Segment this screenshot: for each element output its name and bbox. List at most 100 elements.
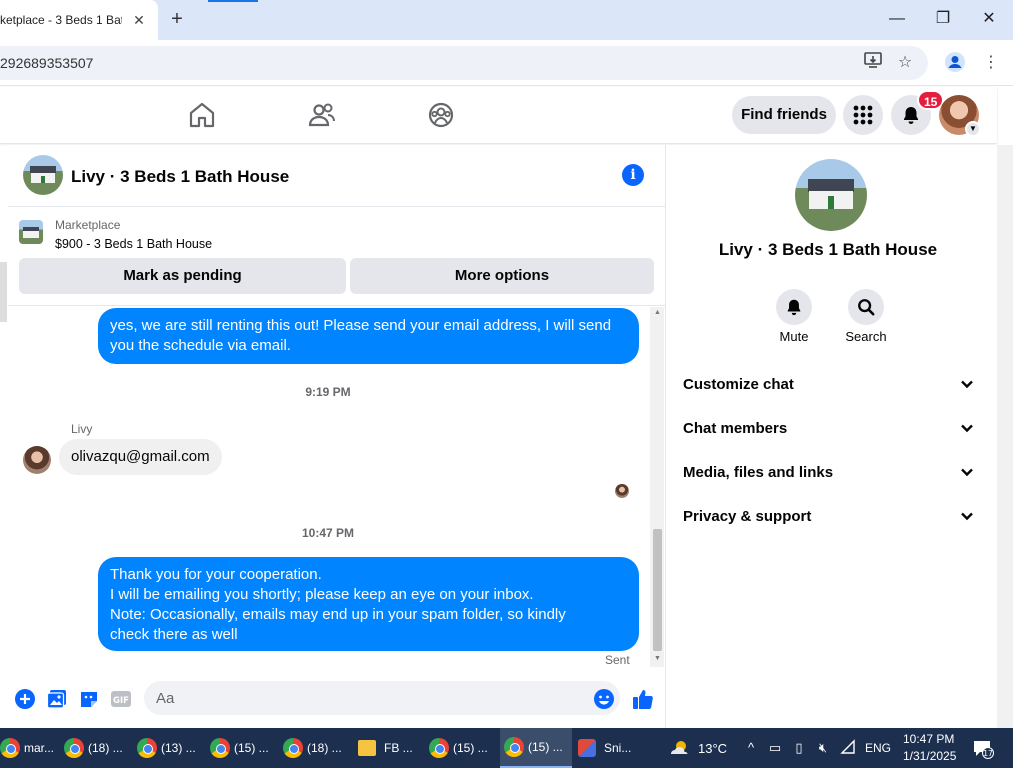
minimize-icon[interactable]: — (886, 8, 908, 30)
chevron-up-icon[interactable]: ^ (742, 739, 760, 757)
info-icon[interactable]: i (622, 164, 644, 186)
scroll-down-arrow-icon[interactable]: ▼ (653, 655, 662, 662)
search-icon[interactable] (848, 289, 884, 325)
meet-now-icon[interactable]: ▯ (790, 739, 808, 757)
url-text: 292689353507 (0, 55, 94, 71)
details-listing-photo[interactable] (795, 159, 867, 231)
tab-close-icon[interactable]: ✕ (130, 11, 148, 29)
chrome-icon (504, 737, 524, 757)
temperature[interactable]: 13°C (698, 741, 727, 756)
media-files-links-row[interactable]: Media, files and links (675, 453, 983, 493)
marketplace-label: Marketplace (55, 218, 121, 232)
folder-icon (358, 740, 376, 756)
chat-members-row[interactable]: Chat members (675, 409, 983, 449)
chrome-icon (0, 738, 20, 758)
weather-icon[interactable] (668, 739, 690, 757)
chrome-icon (283, 738, 303, 758)
timestamp-separator: 9:19 PM (305, 385, 351, 399)
emoji-icon[interactable] (593, 688, 615, 710)
mark-as-pending-button[interactable]: Mark as pending (19, 258, 346, 294)
sender-avatar[interactable] (23, 446, 51, 474)
wifi-icon[interactable] (839, 739, 857, 757)
browser-tab-active[interactable]: ketplace - 3 Beds 1 Bat ✕ (0, 0, 158, 40)
snipping-tool-icon (578, 739, 596, 757)
sticker-icon[interactable] (78, 688, 100, 710)
mute-label[interactable]: Mute (754, 329, 834, 344)
mute-bell-icon[interactable] (776, 289, 812, 325)
tab-loading-indicator (208, 0, 258, 2)
restore-icon[interactable]: ❐ (932, 8, 954, 30)
marketplace-listing-row[interactable]: Marketplace $900 - 3 Beds 1 Bath House (8, 208, 666, 254)
more-options-button[interactable]: More options (350, 258, 654, 294)
battery-icon[interactable]: ▭ (766, 739, 784, 757)
svg-text:17: 17 (983, 749, 993, 758)
volume-muted-icon[interactable]: 🔇︎ (814, 739, 832, 757)
message-composer: GIF (8, 675, 666, 721)
taskbar-item[interactable]: (15) ... (210, 728, 280, 768)
facebook-header: Find friends 15 ▼ (0, 87, 997, 143)
gif-icon[interactable]: GIF (110, 688, 132, 710)
chrome-icon (429, 738, 449, 758)
svg-text:GIF: GIF (113, 696, 129, 706)
scroll-thumb[interactable] (653, 529, 662, 651)
chat-title[interactable]: Livy · 3 Beds 1 Bath House (71, 167, 289, 187)
outgoing-message[interactable]: Thank you for your cooperation. I will b… (98, 557, 639, 651)
plus-actions-icon[interactable] (14, 688, 36, 710)
chevron-down-icon (961, 424, 973, 433)
taskbar-item[interactable]: FB ... (358, 728, 424, 768)
taskbar-item[interactable]: (15) ... (429, 728, 499, 768)
page-scrollbar[interactable] (997, 145, 1013, 728)
left-panel-scroll[interactable] (0, 262, 7, 322)
tab-title: ketplace - 3 Beds 1 Bat (0, 13, 122, 27)
browser-toolbar: 292689353507 ☆ ⋮ (0, 40, 1013, 86)
install-app-icon[interactable] (861, 51, 885, 75)
sender-name: Livy (71, 422, 93, 436)
find-friends-button[interactable]: Find friends (732, 96, 836, 134)
chrome-icon (64, 738, 84, 758)
incoming-message[interactable]: olivazqu@gmail.com (59, 439, 222, 475)
menu-grid-icon[interactable] (843, 95, 883, 135)
chrome-icon (210, 738, 230, 758)
seen-receipt-avatar (615, 484, 629, 498)
taskbar-item-active[interactable]: (15) ... (500, 728, 572, 768)
clock-date[interactable]: 1/31/2025 (903, 749, 956, 763)
customize-chat-row[interactable]: Customize chat (675, 365, 983, 405)
account-chevron-icon[interactable]: ▼ (965, 121, 981, 137)
message-input[interactable] (144, 681, 620, 715)
bookmark-star-icon[interactable]: ☆ (893, 51, 917, 75)
scroll-up-arrow-icon[interactable]: ▲ (653, 309, 662, 316)
message-scrollbar[interactable]: ▲ ▼ (650, 307, 664, 667)
timestamp-separator: 10:47 PM (301, 526, 355, 540)
photo-attach-icon[interactable] (46, 688, 68, 710)
new-tab-icon[interactable]: + (166, 8, 188, 30)
taskbar-item[interactable]: mar... (0, 728, 56, 768)
listing-thumbnail (19, 220, 43, 244)
taskbar-item[interactable]: (18) ... (283, 728, 353, 768)
clock-time[interactable]: 10:47 PM (903, 732, 954, 746)
chrome-profile-icon[interactable] (943, 51, 967, 75)
chevron-down-icon (961, 468, 973, 477)
browser-menu-icon[interactable]: ⋮ (979, 51, 1003, 75)
friends-icon[interactable] (306, 99, 338, 131)
like-thumbs-up-icon[interactable] (632, 688, 654, 710)
chat-pane: Livy · 3 Beds 1 Bath House i Marketplace… (8, 145, 666, 728)
groups-icon[interactable] (425, 99, 457, 131)
details-title: Livy · 3 Beds 1 Bath House (718, 240, 938, 259)
notification-center-icon[interactable]: 17 (972, 739, 994, 759)
input-language[interactable]: ENG (865, 741, 891, 755)
outgoing-message[interactable]: yes, we are still renting this out! Plea… (98, 308, 639, 364)
listing-photo[interactable] (23, 155, 63, 195)
windows-taskbar: mar... (18) ... (13) ... (15) ... (18) .… (0, 728, 1013, 768)
address-bar[interactable]: 292689353507 (0, 46, 928, 80)
taskbar-item[interactable]: (18) ... (64, 728, 134, 768)
privacy-support-row[interactable]: Privacy & support (675, 497, 983, 537)
window-close-icon[interactable]: ✕ (978, 8, 1000, 30)
chat-header: Livy · 3 Beds 1 Bath House i (8, 145, 666, 207)
chrome-icon (137, 738, 157, 758)
chat-details-panel: Livy · 3 Beds 1 Bath House Mute Search C… (667, 145, 997, 728)
taskbar-item[interactable]: (13) ... (137, 728, 207, 768)
home-icon[interactable] (186, 99, 218, 131)
chevron-down-icon (961, 512, 973, 521)
taskbar-item[interactable]: Sni... (578, 728, 638, 768)
search-label[interactable]: Search (826, 329, 906, 344)
